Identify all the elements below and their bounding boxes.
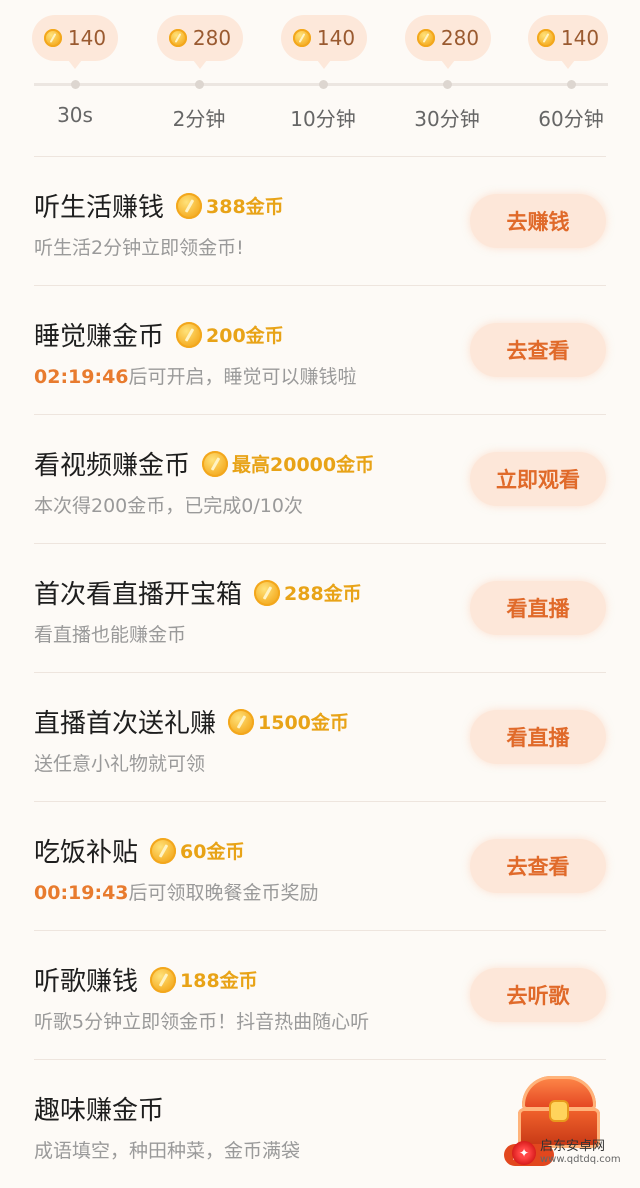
task-description-text: 后可领取晚餐金币奖励: [128, 882, 319, 904]
coin-icon: [176, 192, 203, 219]
listen-music-button[interactable]: 去听歌: [470, 968, 606, 1022]
coin-icon: [176, 321, 203, 348]
coin-icon: [228, 708, 255, 735]
task-description: 02:19:46后可开启，睡觉可以赚钱啦: [34, 362, 357, 389]
task-reward: 200金币: [206, 325, 284, 347]
watermark-url: www.qdtdq.com: [540, 1154, 621, 1165]
task-title: 首次看直播开宝箱: [34, 580, 243, 610]
coin-icon: [43, 29, 62, 47]
bubble-amount: 140: [316, 26, 356, 50]
task-title-row: 听歌赚钱 188金币: [34, 961, 258, 998]
timeline-tick: 2分钟: [172, 107, 226, 131]
task-title: 趣味赚金币: [34, 1096, 165, 1126]
task-reward: 最高20000金币: [232, 454, 375, 476]
coin-icon: [416, 29, 435, 47]
task-list: 听生活赚钱 388金币 听生活2分钟立即领金币! 去赚钱 睡觉赚金币 200金币…: [0, 156, 640, 1188]
task-title-row: 听生活赚钱 388金币: [34, 187, 284, 224]
task-description: 00:19:43后可领取晚餐金币奖励: [34, 878, 319, 905]
task-description: 听歌5分钟立即领金币！抖音热曲随心听: [34, 1011, 370, 1033]
progress-dot: [567, 80, 576, 89]
watch-now-button[interactable]: 立即观看: [470, 452, 606, 506]
progress-dot: [195, 80, 204, 89]
reward-bubble: 140: [528, 15, 608, 69]
task-sleep: 睡觉赚金币 200金币 02:19:46后可开启，睡觉可以赚钱啦 去查看: [34, 285, 606, 414]
coin-icon: [292, 29, 311, 47]
task-description: 看直播也能赚金币: [34, 624, 187, 646]
watermark-logo-icon: ✦: [512, 1141, 536, 1165]
task-title-row: 首次看直播开宝箱 288金币: [34, 574, 362, 611]
countdown-timer: 00:19:43: [34, 882, 129, 904]
bubble-amount: 280: [192, 26, 232, 50]
timeline-tick: 30分钟: [414, 107, 480, 131]
task-meal-subsidy: 吃饭补贴 60金币 00:19:43后可领取晚餐金币奖励 去查看: [34, 801, 606, 930]
coin-icon: [150, 966, 177, 993]
watch-live-button[interactable]: 看直播: [470, 581, 606, 635]
task-live-chest: 首次看直播开宝箱 288金币 看直播也能赚金币 看直播: [34, 543, 606, 672]
view-button[interactable]: 去查看: [470, 839, 606, 893]
reward-bubble: 280: [405, 15, 491, 69]
progress-dot: [71, 80, 80, 89]
countdown-timer: 02:19:46: [34, 366, 129, 388]
task-reward: 288金币: [284, 583, 362, 605]
task-reward: 1500金币: [258, 712, 349, 734]
progress-dot: [443, 80, 452, 89]
task-reward: 60金币: [180, 841, 245, 863]
reward-timeline: 140 280 140 280 140 30s 2分钟 10分钟 30分钟 60…: [0, 0, 640, 156]
reward-bubble: 140: [32, 15, 118, 69]
task-title: 听歌赚钱: [34, 967, 139, 997]
task-listen-music: 听歌赚钱 188金币 听歌5分钟立即领金币！抖音热曲随心听 去听歌: [34, 930, 606, 1059]
coin-icon: [202, 450, 229, 477]
timeline-tick: 30s: [57, 103, 93, 127]
task-reward: 388金币: [206, 196, 284, 218]
task-fun-earn: 趣味赚金币 成语填空，种田种菜，金币满袋 5: [34, 1059, 606, 1188]
bubble-amount: 140: [67, 26, 107, 50]
watch-live-button[interactable]: 看直播: [470, 710, 606, 764]
bubble-amount: 140: [560, 26, 600, 50]
task-description: 送任意小礼物就可领: [34, 753, 206, 775]
task-title-row: 睡觉赚金币 200金币: [34, 316, 284, 353]
earn-button[interactable]: 去赚钱: [470, 194, 606, 248]
task-description: 成语填空，种田种菜，金币满袋: [34, 1140, 301, 1162]
task-title-row: 直播首次送礼赚 1500金币: [34, 703, 349, 740]
timeline-tick: 10分钟: [290, 107, 356, 131]
bubble-amount: 280: [440, 26, 480, 50]
task-description-text: 后可开启，睡觉可以赚钱啦: [128, 366, 357, 388]
task-watch-video: 看视频赚金币 最高20000金币 本次得200金币，已完成0/10次 立即观看: [34, 414, 606, 543]
task-title-row: 看视频赚金币 最高20000金币: [34, 445, 374, 482]
task-title: 睡觉赚金币: [34, 322, 165, 352]
task-title: 看视频赚金币: [34, 451, 191, 481]
task-title: 直播首次送礼赚: [34, 709, 217, 739]
task-title-row: 吃饭补贴 60金币: [34, 832, 244, 869]
coin-icon: [150, 837, 177, 864]
watermark: ✦ 启东安卓网 www.qdtdq.com: [512, 1140, 621, 1166]
timeline-tick: 60分钟: [538, 107, 604, 131]
task-description: 本次得200金币，已完成0/10次: [34, 495, 303, 517]
reward-bubble: 280: [157, 15, 243, 69]
chest-lock-icon: [551, 1102, 567, 1120]
task-description: 听生活2分钟立即领金币!: [34, 237, 244, 259]
task-reward: 188金币: [180, 970, 258, 992]
coin-icon: [254, 579, 281, 606]
task-listen-life: 听生活赚钱 388金币 听生活2分钟立即领金币! 去赚钱: [34, 156, 606, 285]
task-title: 吃饭补贴: [34, 838, 139, 868]
coin-icon: [536, 29, 555, 47]
watermark-text: 启东安卓网 www.qdtdq.com: [540, 1140, 621, 1166]
watermark-name: 启东安卓网: [540, 1139, 606, 1154]
reward-bubble: 140: [281, 15, 367, 69]
progress-dot: [319, 80, 328, 89]
coin-icon: [168, 29, 187, 47]
task-live-gift: 直播首次送礼赚 1500金币 送任意小礼物就可领 看直播: [34, 672, 606, 801]
task-title: 听生活赚钱: [34, 193, 165, 223]
view-button[interactable]: 去查看: [470, 323, 606, 377]
task-title-row: 趣味赚金币: [34, 1090, 164, 1127]
